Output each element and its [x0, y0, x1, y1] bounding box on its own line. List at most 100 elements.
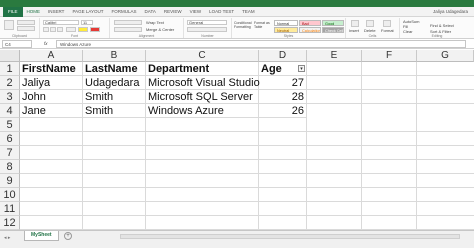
group-alignment: Wrap Text Merge & Center Alignment	[110, 18, 184, 38]
table-cell[interactable]: Jane	[20, 104, 83, 118]
formula-input[interactable]: Windows Azure	[56, 40, 466, 48]
col-line-a	[82, 118, 83, 230]
row-header-7[interactable]: 7	[0, 146, 20, 160]
row-header-6[interactable]: 6	[0, 132, 20, 146]
row-header-1[interactable]: 1	[0, 62, 20, 76]
row-header-8[interactable]: 8	[0, 160, 20, 174]
column-header-e[interactable]: E	[307, 50, 362, 62]
table-cell[interactable]: John	[20, 90, 83, 104]
sheet-bar: ◂ ▸ MySheet +	[0, 230, 474, 248]
bold-button[interactable]	[43, 27, 49, 32]
tab-review[interactable]: REVIEW	[160, 9, 186, 14]
row-header-12[interactable]: 12	[0, 216, 20, 230]
row-header-10[interactable]: 10	[0, 188, 20, 202]
cell-b1[interactable]: LastName	[83, 62, 146, 76]
group-label-font: Font	[70, 34, 78, 38]
cut-button[interactable]	[17, 20, 35, 25]
select-all-corner[interactable]	[0, 50, 20, 62]
row-lines	[20, 118, 474, 230]
style-bad[interactable]: Bad	[299, 20, 321, 26]
sheet-nav-arrows-icon[interactable]: ◂ ▸	[4, 235, 10, 241]
wrap-text-button[interactable]: Wrap Text	[146, 20, 164, 25]
group-label-editing: Editing	[431, 34, 443, 38]
tab-file[interactable]: FILE	[3, 6, 23, 17]
font-color-button[interactable]	[90, 27, 100, 32]
paste-button[interactable]	[4, 20, 14, 30]
horizontal-align-buttons[interactable]	[114, 27, 142, 32]
user-name[interactable]: Jaliya Udagedara	[433, 9, 474, 14]
column-header-a[interactable]: A	[20, 50, 83, 62]
column-header-f[interactable]: F	[362, 50, 417, 62]
group-label-clipboard: Clipboard	[12, 34, 27, 38]
group-styles: Conditional Formatting Format as Table N…	[232, 18, 346, 38]
font-name-value: Calibri	[45, 20, 57, 25]
group-editing: AutoSum Fill Clear Sort & Filter Find & …	[400, 18, 474, 38]
table-cell[interactable]: Windows Azure	[146, 104, 259, 118]
table-cell[interactable]: 26	[259, 104, 307, 118]
table-cell[interactable]: 27	[259, 76, 307, 90]
style-calculation[interactable]: Calculation	[299, 27, 321, 33]
table-cell[interactable]: 28	[259, 90, 307, 104]
style-normal[interactable]: Normal	[274, 20, 298, 26]
column-header-g[interactable]: G	[417, 50, 474, 62]
cell-a1[interactable]: FirstName	[20, 62, 83, 76]
column-header-b[interactable]: B	[83, 50, 146, 62]
merge-center-button[interactable]: Merge & Center	[146, 27, 174, 32]
table-cell[interactable]: Smith	[83, 104, 146, 118]
name-box[interactable]: C4	[2, 40, 32, 48]
filter-dropdown-icon[interactable]: ▾	[298, 65, 305, 72]
tab-insert[interactable]: INSERT	[44, 9, 68, 14]
font-name-select[interactable]: Calibri	[43, 20, 79, 25]
row-header-11[interactable]: 11	[0, 202, 20, 216]
table-cell[interactable]: Udagedara	[83, 76, 146, 90]
font-size-select[interactable]: 11	[81, 20, 93, 25]
table-cell[interactable]: Jaliya	[20, 76, 83, 90]
fx-icon[interactable]: fx	[44, 40, 48, 48]
tab-home[interactable]: HOME	[23, 9, 45, 14]
format-cells-button[interactable]: Format	[381, 28, 394, 33]
row-header-3[interactable]: 3	[0, 90, 20, 104]
tab-page-layout[interactable]: PAGE LAYOUT	[68, 9, 107, 14]
tab-load-test[interactable]: LOAD TEST	[205, 9, 238, 14]
insert-cells-button[interactable]: Insert	[349, 28, 359, 33]
copy-button[interactable]	[17, 26, 35, 31]
number-format-value: General	[189, 20, 204, 25]
style-good[interactable]: Good	[322, 20, 344, 26]
underline-button[interactable]	[57, 27, 63, 32]
insert-icon	[351, 20, 359, 27]
borders-button[interactable]	[66, 27, 76, 32]
tab-data[interactable]: DATA	[141, 9, 160, 14]
column-header-d[interactable]: D	[259, 50, 307, 62]
add-sheet-icon[interactable]: +	[64, 232, 72, 240]
horizontal-scrollbar[interactable]	[120, 234, 460, 239]
number-format-select[interactable]: General	[187, 20, 227, 25]
ribbon-tabs: FILE HOME INSERT PAGE LAYOUT FORMULAS DA…	[0, 6, 474, 17]
table-cell[interactable]: Microsoft SQL Server	[146, 90, 259, 104]
sheet-tab-mysheet[interactable]: MySheet	[24, 231, 59, 241]
cell-c1[interactable]: Department	[146, 62, 259, 76]
vertical-align-buttons[interactable]	[114, 20, 142, 25]
row-header-4[interactable]: 4	[0, 104, 20, 118]
table-cell[interactable]: Microsoft Visual Studio	[146, 76, 260, 90]
style-check-cell[interactable]: Check Cell	[322, 27, 344, 33]
row-header-9[interactable]: 9	[0, 174, 20, 188]
number-format-buttons[interactable]	[187, 27, 227, 32]
row-header-2[interactable]: 2	[0, 76, 20, 90]
row-header-5[interactable]: 5	[0, 118, 20, 132]
italic-button[interactable]	[50, 27, 56, 32]
col-line-c	[258, 118, 259, 230]
format-as-table-button[interactable]: Format as Table	[254, 21, 270, 29]
title-bar	[0, 0, 474, 7]
style-neutral[interactable]: Neutral	[274, 27, 298, 33]
tab-team[interactable]: TEAM	[238, 9, 259, 14]
tab-formulas[interactable]: FORMULAS	[108, 9, 141, 14]
spreadsheet-grid: A B C D E F G 1 2 3 4 5 6 7 8 9 10 11 12…	[0, 50, 474, 231]
group-label-cells: Cells	[368, 34, 377, 38]
find-select-button[interactable]: Find & Select	[430, 23, 454, 28]
tab-view[interactable]: VIEW	[186, 9, 206, 14]
conditional-formatting-button[interactable]: Conditional Formatting	[234, 21, 254, 29]
table-cell[interactable]: Smith	[83, 90, 146, 104]
delete-cells-button[interactable]: Delete	[364, 28, 376, 33]
column-header-c[interactable]: C	[146, 50, 259, 62]
fill-color-button[interactable]	[78, 27, 88, 32]
